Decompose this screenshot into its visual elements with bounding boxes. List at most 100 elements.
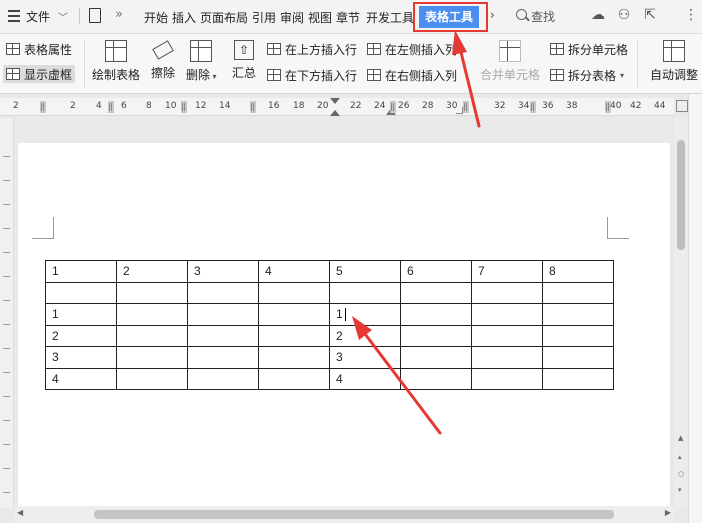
split-table-button[interactable]: 拆分表格 ▾ <box>550 66 624 84</box>
table-cell[interactable] <box>116 346 188 369</box>
table-cell[interactable] <box>471 346 543 369</box>
tab-section[interactable]: 章节 <box>336 9 360 26</box>
scroll-down-icon[interactable]: ▾ <box>678 486 682 494</box>
horizontal-ruler[interactable]: 2 2 4 6 8 10 12 14 16 18 20 22 24 26 28 … <box>0 98 674 116</box>
tab-insert[interactable]: 插入 <box>172 9 196 26</box>
table-cell[interactable]: 3 <box>329 346 401 369</box>
table-cell[interactable]: 2 <box>45 324 117 347</box>
table-cell[interactable]: 4 <box>258 260 330 283</box>
table-cell[interactable]: 1 <box>45 303 117 326</box>
table-cell[interactable]: 4 <box>45 367 117 390</box>
table-cell[interactable] <box>187 303 259 326</box>
table-cell[interactable] <box>542 303 614 326</box>
table-cell[interactable]: 2 <box>329 324 401 347</box>
insert-column-right-button[interactable]: 在右侧插入列 <box>367 66 457 84</box>
table-cell[interactable] <box>258 324 330 347</box>
insert-row-above-button[interactable]: 在上方插入行 <box>267 40 357 58</box>
split-cells-button[interactable]: 拆分单元格 <box>550 40 628 58</box>
table-cell[interactable] <box>400 281 472 304</box>
ruler-table-marker[interactable] <box>250 101 256 113</box>
horizontal-scrollbar[interactable]: ◀ ▶ <box>14 506 674 523</box>
tab-review[interactable]: 审阅 <box>280 9 304 26</box>
tab-developer[interactable]: 开发工具 <box>366 9 414 26</box>
erase-button[interactable]: 擦除 <box>151 40 175 81</box>
table-cell[interactable] <box>329 281 401 304</box>
auto-fit-button[interactable]: 自动调整 <box>650 40 698 83</box>
chevron-right-icon[interactable]: › <box>490 8 495 22</box>
tab-home[interactable]: 开始 <box>144 9 168 26</box>
table-cell[interactable] <box>400 346 472 369</box>
search-button[interactable]: 查找 <box>531 8 555 25</box>
table-cell[interactable] <box>471 303 543 326</box>
table-cell[interactable]: 3 <box>45 346 117 369</box>
ruler-table-marker[interactable] <box>40 101 46 113</box>
table-cell[interactable] <box>400 303 472 326</box>
more-options-icon[interactable]: ⋮ <box>684 7 698 23</box>
table-properties-button[interactable]: 表格属性 <box>6 40 72 58</box>
draw-table-button[interactable]: 绘制表格 <box>92 40 140 83</box>
table-cell[interactable]: 1 <box>45 260 117 283</box>
insert-row-below-button[interactable]: 在下方插入行 <box>267 66 357 84</box>
select-browse-object-icon[interactable]: ○ <box>678 470 684 478</box>
table-cell[interactable] <box>471 281 543 304</box>
tab-page-layout[interactable]: 页面布局 <box>200 9 248 26</box>
table-cell[interactable] <box>187 367 259 390</box>
tab-view[interactable]: 视图 <box>308 9 332 26</box>
merge-cells-button[interactable]: 合并单元格 <box>480 40 540 83</box>
file-menu[interactable]: 文件 <box>26 8 50 25</box>
table-cell[interactable] <box>116 367 188 390</box>
scroll-right-icon[interactable]: ▶ <box>665 508 671 517</box>
table-cell[interactable] <box>258 281 330 304</box>
table-cell-active[interactable]: 1 <box>329 303 401 326</box>
table-cell[interactable] <box>187 281 259 304</box>
summary-button[interactable]: ⇧ 汇总 <box>232 40 256 81</box>
table-cell[interactable]: 2 <box>116 260 188 283</box>
double-chevron-right-icon[interactable]: » <box>115 7 123 22</box>
table-cell[interactable]: 6 <box>400 260 472 283</box>
table-cell[interactable] <box>471 367 543 390</box>
document-table[interactable]: 1 2 3 4 5 6 7 8 1 1 2 2 3 3 4 4 <box>45 260 614 390</box>
table-cell[interactable] <box>258 303 330 326</box>
scroll-left-icon[interactable]: ◀ <box>17 508 23 517</box>
ruler-table-marker[interactable] <box>463 101 469 113</box>
table-cell[interactable] <box>542 324 614 347</box>
vertical-scrollbar[interactable]: ▲ ▴ ○ ▾ <box>674 118 688 508</box>
table-cell[interactable] <box>187 346 259 369</box>
table-cell[interactable]: 3 <box>187 260 259 283</box>
ruler-table-marker[interactable] <box>181 101 187 113</box>
vertical-ruler[interactable] <box>0 118 14 508</box>
hamburger-menu-icon[interactable] <box>8 10 20 22</box>
tab-references[interactable]: 引用 <box>252 9 276 26</box>
table-cell[interactable] <box>542 367 614 390</box>
scroll-prev-page-icon[interactable]: ▴ <box>678 453 682 461</box>
show-gridlines-button[interactable]: 显示虚框 <box>3 65 76 83</box>
table-cell[interactable] <box>542 281 614 304</box>
table-cell[interactable] <box>45 281 117 304</box>
table-cell[interactable]: 4 <box>329 367 401 390</box>
ruler-table-marker[interactable] <box>108 101 114 113</box>
table-cell[interactable] <box>400 367 472 390</box>
indent-marker[interactable] <box>330 98 340 116</box>
table-cell[interactable] <box>542 346 614 369</box>
horizontal-scrollbar-thumb[interactable] <box>94 510 614 519</box>
share-icon[interactable]: ⇱ <box>642 7 658 23</box>
delete-button[interactable]: 删除 ▾ <box>186 40 217 83</box>
right-indent-marker[interactable] <box>456 107 463 114</box>
user-add-icon[interactable]: ⚇ <box>616 7 632 23</box>
scroll-up-icon[interactable]: ▲ <box>678 434 683 442</box>
search-icon[interactable] <box>516 9 527 20</box>
insert-column-left-button[interactable]: 在左侧插入列 <box>367 40 457 58</box>
new-document-icon[interactable] <box>89 8 101 23</box>
table-cell[interactable] <box>187 324 259 347</box>
table-cell[interactable] <box>471 324 543 347</box>
ruler-table-marker[interactable] <box>390 101 396 113</box>
table-cell[interactable] <box>116 324 188 347</box>
chevron-down-icon[interactable]: ﹀ <box>58 9 68 24</box>
ruler-toggle-icon[interactable] <box>676 100 688 112</box>
cloud-sync-icon[interactable]: ☁ <box>590 7 606 23</box>
ruler-table-marker[interactable] <box>530 101 536 113</box>
table-cell[interactable]: 5 <box>329 260 401 283</box>
vertical-scrollbar-thumb[interactable] <box>677 140 685 250</box>
table-cell[interactable] <box>116 281 188 304</box>
table-cell[interactable]: 8 <box>542 260 614 283</box>
